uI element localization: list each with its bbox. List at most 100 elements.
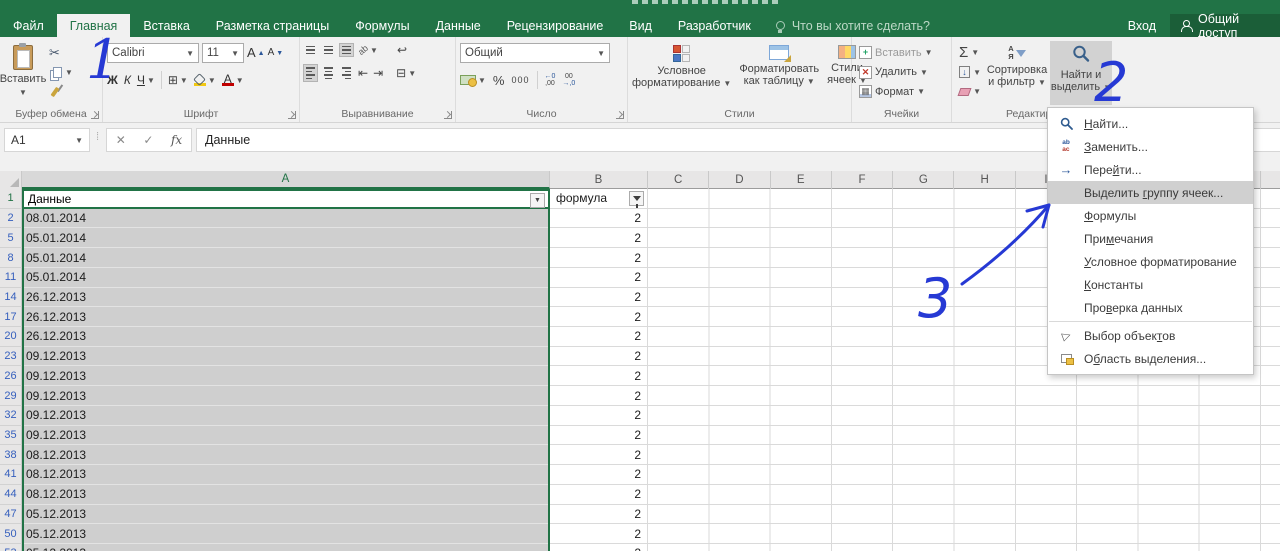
row-header-11[interactable]: 11	[0, 267, 22, 288]
cell-B29[interactable]: 2	[550, 386, 648, 406]
menu-item-find[interactable]: Найти...	[1048, 112, 1253, 135]
delete-cells-button[interactable]: ✕ Удалить ▼	[856, 63, 951, 82]
menu-item-formulas[interactable]: Формулы	[1048, 204, 1253, 227]
empty-cells[interactable]	[648, 425, 1280, 446]
empty-cells[interactable]	[648, 484, 1280, 505]
borders-button[interactable]: ⊞ ▼	[168, 73, 188, 87]
menu-item-selection-pane[interactable]: Область выделения...	[1048, 347, 1253, 370]
cell-B20[interactable]: 2	[550, 327, 648, 347]
autosum-button[interactable]: Σ ▼	[956, 43, 984, 62]
cell-A11[interactable]: 05.01.2014	[22, 267, 550, 288]
format-cells-button[interactable]: ▦ Формат ▼	[856, 82, 951, 101]
row-header-2[interactable]: 2	[0, 208, 22, 229]
cell-B47[interactable]: 2	[550, 504, 648, 525]
cell-A8[interactable]: 05.01.2014	[22, 248, 550, 268]
cell-A47[interactable]: 05.12.2013	[22, 504, 550, 525]
tab-home[interactable]: Главная	[56, 14, 131, 37]
menu-item-select-group[interactable]: Выделить группу ячеек...	[1048, 181, 1253, 204]
row-header-26[interactable]: 26	[0, 366, 22, 387]
column-header-H[interactable]: H	[954, 171, 1016, 189]
cell-A35[interactable]: 09.12.2013	[22, 425, 550, 446]
cell-B53[interactable]: 2	[550, 543, 648, 551]
cell-B1[interactable]: формула	[550, 189, 648, 209]
number-dialog-launcher-icon[interactable]	[616, 111, 624, 119]
menu-item-constants[interactable]: Константы	[1048, 273, 1253, 296]
decrease-indent-button[interactable]: ⇤	[358, 66, 368, 80]
align-left-icon[interactable]	[303, 64, 318, 82]
cancel-button[interactable]: ✕	[116, 133, 126, 147]
column-header-E[interactable]: E	[771, 171, 832, 189]
cell-A26[interactable]: 09.12.2013	[22, 366, 550, 387]
italic-button[interactable]: К	[124, 73, 131, 87]
row-header-38[interactable]: 38	[0, 445, 22, 466]
alignment-dialog-launcher-icon[interactable]	[444, 111, 452, 119]
tab-insert[interactable]: Вставка	[130, 14, 202, 37]
select-all-corner[interactable]	[0, 171, 22, 189]
bold-button[interactable]: Ж	[107, 73, 118, 87]
tab-formulas[interactable]: Формулы	[342, 14, 422, 37]
conditional-formatting-button[interactable]: Условное форматирование ▼	[628, 41, 735, 105]
row-header-32[interactable]: 32	[0, 405, 22, 426]
row-header-29[interactable]: 29	[0, 386, 22, 406]
menu-item-replace[interactable]: ab ac Заменить...	[1048, 135, 1253, 158]
column-header-B[interactable]: B	[550, 171, 648, 189]
row-header-14[interactable]: 14	[0, 287, 22, 308]
fill-color-button[interactable]: ▼	[193, 72, 216, 86]
fill-button[interactable]: ↓ ▼	[956, 63, 984, 82]
menu-item-select-objects[interactable]: ▷ Выбор объектов	[1048, 324, 1253, 347]
cell-A2[interactable]: 08.01.2014	[22, 208, 550, 229]
accounting-format-button[interactable]: ▼	[460, 75, 486, 87]
cell-B2[interactable]: 2	[550, 208, 648, 229]
empty-cells[interactable]	[648, 405, 1280, 426]
sign-in-button[interactable]: Вход	[1114, 14, 1170, 37]
cell-A23[interactable]: 09.12.2013	[22, 346, 550, 367]
font-color-button[interactable]: А ▼	[221, 73, 244, 86]
cell-B26[interactable]: 2	[550, 366, 648, 387]
grow-font-button[interactable]: А ▲	[247, 46, 265, 59]
empty-cells[interactable]	[648, 543, 1280, 551]
orientation-button[interactable]: ab ▼	[356, 43, 378, 57]
cell-B5[interactable]: 2	[550, 228, 648, 249]
formula-bar-splitter[interactable]: ⁞	[96, 131, 99, 143]
cell-A32[interactable]: 09.12.2013	[22, 405, 550, 426]
column-header-C[interactable]: C	[648, 171, 710, 189]
name-box[interactable]: A1 ▼	[4, 128, 90, 152]
cell-B11[interactable]: 2	[550, 267, 648, 288]
insert-function-button[interactable]: fx	[171, 133, 182, 147]
column-header-A[interactable]: A	[22, 171, 550, 189]
insert-cells-button[interactable]: + Вставить ▼	[856, 43, 951, 62]
enter-button[interactable]: ✓	[143, 133, 153, 147]
merge-center-button[interactable]: ⊟ ▼	[396, 66, 416, 80]
comma-style-button[interactable]: 000	[511, 75, 529, 85]
cell-A41[interactable]: 08.12.2013	[22, 465, 550, 485]
cell-A5[interactable]: 05.01.2014	[22, 228, 550, 249]
tab-review[interactable]: Рецензирование	[494, 14, 617, 37]
align-middle-icon[interactable]	[322, 44, 335, 57]
row-header-17[interactable]: 17	[0, 307, 22, 328]
row-header-47[interactable]: 47	[0, 504, 22, 525]
tab-view[interactable]: Вид	[616, 14, 665, 37]
cell-B44[interactable]: 2	[550, 484, 648, 505]
cell-A20[interactable]: 26.12.2013	[22, 327, 550, 347]
row-header-20[interactable]: 20	[0, 327, 22, 347]
format-as-table-button[interactable]: Форматировать как таблицу ▼	[735, 41, 823, 105]
align-bottom-icon[interactable]	[339, 42, 354, 58]
cell-B41[interactable]: 2	[550, 465, 648, 485]
cut-button[interactable]: ✂	[46, 43, 76, 62]
wrap-text-button[interactable]: ↩	[397, 43, 407, 57]
align-right-icon[interactable]	[340, 65, 353, 81]
menu-item-notes[interactable]: Примечания	[1048, 227, 1253, 250]
number-format-combobox[interactable]: Общий ▼	[460, 43, 610, 63]
paste-button[interactable]: Вставить ▼	[0, 41, 46, 105]
filter-dropdown-button-A1[interactable]: ▼	[530, 193, 545, 208]
cell-B35[interactable]: 2	[550, 425, 648, 446]
clipboard-dialog-launcher-icon[interactable]	[91, 111, 99, 119]
align-center-icon[interactable]	[322, 65, 335, 81]
cell-A17[interactable]: 26.12.2013	[22, 307, 550, 328]
cell-B38[interactable]: 2	[550, 445, 648, 466]
clear-button[interactable]: ▼	[956, 82, 984, 101]
column-header-D[interactable]: D	[709, 171, 771, 189]
column-header-G[interactable]: G	[893, 171, 955, 189]
decrease-decimal-button[interactable]: 00 →,0	[562, 73, 575, 88]
font-size-combobox[interactable]: 11 ▼	[202, 43, 244, 63]
